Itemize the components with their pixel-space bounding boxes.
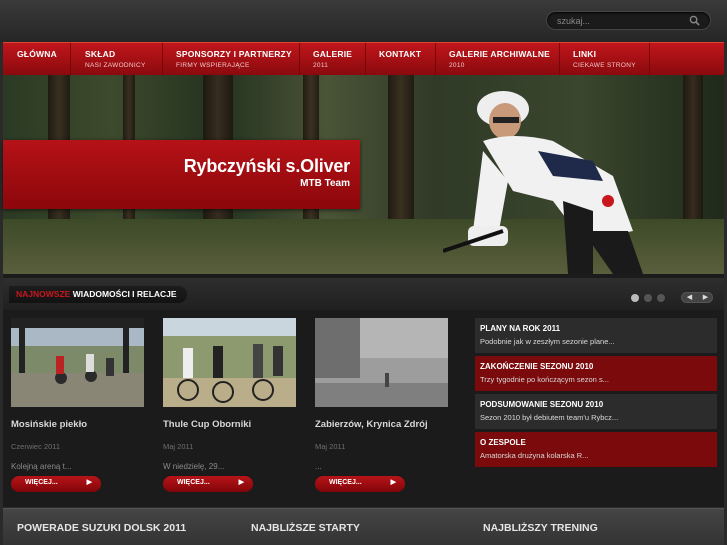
news-card-date: Maj 2011 — [163, 442, 194, 451]
sidebar-news-title: PODSUMOWANIE SEZONU 2010 — [480, 400, 604, 409]
news-thumbnail[interactable] — [163, 318, 296, 407]
nav-item-linki[interactable]: LINKI CIEKAWE STRONY — [560, 43, 650, 76]
nav-sublabel: CIEKAWE STRONY — [573, 62, 636, 69]
nav-sublabel: NASI ZAWODNICY — [85, 62, 146, 69]
sidebar-news-title: ZAKOŃCZENIE SEZONU 2010 — [480, 362, 594, 371]
news-card[interactable]: Zabierzów, Krynica Zdrój Maj 2011 ... WI… — [315, 318, 448, 492]
news-card-date: Maj 2011 — [315, 442, 346, 451]
news-card-title[interactable]: Thule Cup Oborniki — [163, 419, 296, 430]
news-card-excerpt: Kolejną areną t... — [11, 462, 72, 471]
slider-dot-active[interactable] — [631, 294, 639, 302]
nav-sublabel: FIRMY WSPIERAJĄCE — [176, 62, 250, 69]
arrow-right-icon: ▶ — [390, 479, 396, 486]
more-button-label: WIĘCEJ... — [25, 479, 58, 486]
main-nav: GŁÓWNA SKŁAD NASI ZAWODNICY SPONSORZY I … — [3, 42, 724, 76]
nav-label: GALERIE — [313, 49, 353, 59]
sidebar-news-text: Podobnie jak w zeszłym sezonie plane... — [480, 337, 615, 346]
nav-item-galerie[interactable]: GALERIE 2011 — [300, 43, 366, 76]
news-section: NAJNOWSZE WIADOMOŚCI I RELACJE ◀ ▶ Mosiń… — [3, 274, 724, 507]
news-card-excerpt: ... — [315, 462, 322, 471]
nav-label: SPONSORZY I PARTNERZY — [176, 49, 292, 59]
news-card-excerpt: W niedzielę, 29... — [163, 462, 225, 471]
nav-item-sponsorzy[interactable]: SPONSORZY I PARTNERZY FIRMY WSPIERAJĄCE — [163, 43, 300, 76]
slider-arrows: ◀ ▶ — [681, 292, 713, 303]
news-card[interactable]: Thule Cup Oborniki Maj 2011 W niedzielę,… — [163, 318, 296, 492]
sidebar-news-title: PLANY NA ROK 2011 — [480, 324, 561, 333]
chevron-right-icon[interactable]: ▶ — [698, 293, 713, 302]
bottom-heading-powerade: POWERADE SUZUKI DOLSK 2011 — [17, 522, 187, 534]
nav-label: SKŁAD — [85, 49, 116, 59]
more-button[interactable]: WIĘCEJ... ▶ — [163, 476, 253, 492]
hero-subtitle: MTB Team — [300, 178, 350, 189]
sidebar-news-text: Sezon 2010 był debiutem team'u Rybcz... — [480, 413, 619, 422]
chevron-left-icon[interactable]: ◀ — [682, 293, 697, 302]
more-button[interactable]: WIĘCEJ... ▶ — [11, 476, 101, 492]
more-button-label: WIĘCEJ... — [329, 479, 362, 486]
cyclist-image — [443, 91, 643, 274]
news-card-title[interactable]: Zabierzów, Krynica Zdrój — [315, 419, 448, 430]
more-button[interactable]: WIĘCEJ... ▶ — [315, 476, 405, 492]
news-heading: NAJNOWSZE WIADOMOŚCI I RELACJE — [9, 286, 187, 303]
arrow-right-icon: ▶ — [238, 479, 244, 486]
more-button-label: WIĘCEJ... — [177, 479, 210, 486]
news-header: NAJNOWSZE WIADOMOŚCI I RELACJE ◀ ▶ — [3, 278, 724, 310]
news-card-date: Czerwiec 2011 — [11, 442, 61, 451]
nav-item-sklad[interactable]: SKŁAD NASI ZAWODNICY — [71, 43, 163, 76]
news-thumbnail[interactable] — [11, 318, 144, 407]
nav-sublabel: 2010 — [449, 62, 465, 69]
nav-item-galerie-archiwalne[interactable]: GALERIE ARCHIWALNE 2010 — [436, 43, 560, 76]
bottom-heading-trening: NAJBLIŻSZY TRENING — [483, 522, 598, 534]
sidebar-news-item[interactable]: ZAKOŃCZENIE SEZONU 2010 Trzy tygodnie po… — [475, 356, 717, 391]
sidebar-news-title: O ZESPOLE — [480, 438, 526, 447]
sidebar-news-text: Amatorska drużyna kolarska R... — [480, 451, 589, 460]
search-icon[interactable] — [689, 15, 700, 26]
search-input[interactable] — [557, 14, 687, 28]
nav-item-glowna[interactable]: GŁÓWNA — [3, 43, 71, 76]
nav-label: GŁÓWNA — [17, 49, 57, 59]
sidebar-news-text: Trzy tygodnie po kończącym sezon s... — [480, 375, 609, 384]
bottom-section: POWERADE SUZUKI DOLSK 2011 NAJBLIŻSZE ST… — [3, 508, 724, 545]
news-card-title[interactable]: Mosińskie piekło — [11, 419, 144, 430]
hero-title: Rybczyński s.Oliver — [183, 156, 350, 176]
news-card[interactable]: Mosińskie piekło Czerwiec 2011 Kolejną a… — [11, 318, 144, 492]
arrow-right-icon: ▶ — [86, 479, 92, 486]
hero-title-box: Rybczyński s.Oliver MTB Team — [3, 140, 360, 209]
nav-label: KONTAKT — [379, 49, 422, 59]
sidebar-news-item[interactable]: PODSUMOWANIE SEZONU 2010 Sezon 2010 był … — [475, 394, 717, 429]
nav-sublabel: 2011 — [313, 62, 329, 69]
news-heading-rest: WIADOMOŚCI I RELACJE — [72, 289, 177, 299]
slider-dot[interactable] — [657, 294, 665, 302]
bottom-heading-starty: NAJBLIŻSZE STARTY — [251, 522, 360, 534]
sidebar-news-item[interactable]: O ZESPOLE Amatorska drużyna kolarska R..… — [475, 432, 717, 467]
nav-label: GALERIE ARCHIWALNE — [449, 49, 551, 59]
search-box[interactable] — [546, 11, 711, 30]
sidebar-news-item[interactable]: PLANY NA ROK 2011 Podobnie jak w zeszłym… — [475, 318, 717, 353]
top-bar — [0, 0, 727, 42]
nav-label: LINKI — [573, 49, 597, 59]
news-thumbnail[interactable] — [315, 318, 448, 407]
slider-dot[interactable] — [644, 294, 652, 302]
nav-item-kontakt[interactable]: KONTAKT — [366, 43, 436, 76]
news-heading-highlight: NAJNOWSZE — [16, 289, 71, 299]
